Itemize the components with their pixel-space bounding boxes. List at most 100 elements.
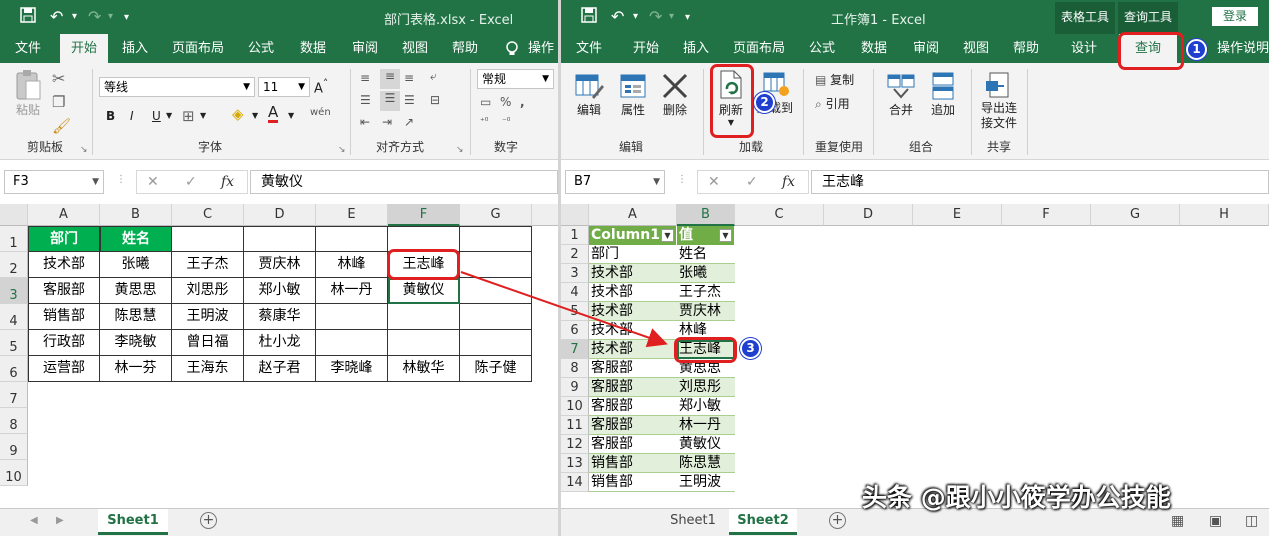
number-format-combo[interactable]: 常规 ▼	[477, 69, 554, 89]
formula-input[interactable]: 黄敏仪	[250, 170, 558, 194]
font-color-icon[interactable]: A	[268, 105, 279, 123]
undo-dropdown-icon[interactable]: ▾	[72, 11, 77, 22]
page-layout-view-icon[interactable]: ▣	[1209, 513, 1222, 529]
font-name-combo[interactable]: 等线 ▼	[99, 77, 255, 97]
grid-cell[interactable]	[460, 226, 532, 252]
properties-button[interactable]: 属性	[613, 71, 653, 118]
percent-icon[interactable]: %	[500, 95, 511, 109]
row-header[interactable]: 12	[561, 435, 589, 454]
grid-cell[interactable]	[244, 226, 316, 252]
export-connection-button[interactable]: 导出连 接文件	[977, 71, 1021, 131]
grid-cell[interactable]: 刘思彤	[172, 278, 244, 304]
grid-cell[interactable]: 李晓敏	[100, 330, 172, 356]
align-bottom-icon[interactable]: ≡	[404, 71, 414, 85]
table-cell[interactable]: 技术部	[589, 321, 677, 340]
grid-cell[interactable]: 郑小敏	[244, 278, 316, 304]
add-sheet-icon[interactable]: +	[200, 512, 217, 529]
table-cell[interactable]: 王子杰	[677, 283, 735, 302]
grid-cell[interactable]	[316, 330, 388, 356]
grid-cell[interactable]: 贾庆林	[244, 252, 316, 278]
chevron-down-icon[interactable]: ▼	[166, 111, 172, 120]
grid-cell[interactable]: 陈子健	[460, 356, 532, 382]
add-sheet-icon[interactable]: +	[829, 512, 846, 529]
grid-cell[interactable]: 张曦	[100, 252, 172, 278]
grid-cell[interactable]: 林一丹	[316, 278, 388, 304]
tab-tell-me[interactable]: 操作说明	[1217, 34, 1269, 63]
grid-cell[interactable]: 黄思思	[100, 278, 172, 304]
edit-query-button[interactable]: 编辑	[569, 71, 609, 118]
row-header[interactable]: 5	[0, 330, 28, 356]
table-header-cell[interactable]: Column1 ▼	[589, 226, 677, 245]
table-cell[interactable]: 郑小敏	[677, 397, 735, 416]
row-header[interactable]: 11	[561, 416, 589, 435]
alignment-launcher-icon[interactable]: ↘	[456, 145, 464, 155]
copy-icon[interactable]: ❐	[52, 93, 65, 111]
column-header[interactable]: A	[28, 204, 100, 226]
formula-input[interactable]: 王志峰	[811, 170, 1269, 194]
grid-cell[interactable]	[460, 304, 532, 330]
duplicate-button[interactable]: ▤ 复制	[815, 71, 854, 88]
tab-data[interactable]: 数据	[292, 34, 334, 63]
italic-button[interactable]: I	[130, 109, 134, 123]
column-header[interactable]: F	[1002, 204, 1091, 226]
grid-cell[interactable]: 曾日福	[172, 330, 244, 356]
accounting-format-icon[interactable]: ▭	[480, 95, 491, 109]
grid-cell[interactable]: 销售部	[28, 304, 100, 330]
align-top-icon[interactable]: ≡	[360, 71, 370, 85]
row-header[interactable]: 9	[561, 378, 589, 397]
table-cell[interactable]: 客服部	[589, 435, 677, 454]
table-header-cell[interactable]: 值 ▼	[677, 226, 735, 245]
row-header[interactable]: 13	[561, 454, 589, 473]
wrap-text-icon[interactable]: ⤶	[430, 69, 437, 84]
row-header[interactable]: 1	[0, 226, 28, 252]
tab-page-layout[interactable]: 页面布局	[166, 34, 230, 63]
row-header[interactable]: 8	[0, 408, 28, 434]
clipboard-launcher-icon[interactable]: ↘	[80, 145, 88, 155]
grid-cell[interactable]: 蔡康华	[244, 304, 316, 330]
row-header[interactable]: 1	[561, 226, 589, 245]
column-header[interactable]: B	[100, 204, 172, 226]
row-header[interactable]: 4	[0, 304, 28, 330]
table-cell[interactable]: 王明波	[677, 473, 735, 492]
phonetic-guide-icon[interactable]: wén	[310, 107, 331, 118]
column-header[interactable]: G	[1091, 204, 1180, 226]
decrease-decimal-icon[interactable]: ⁻⁰	[502, 117, 510, 127]
table-cell[interactable]: 林一丹	[677, 416, 735, 435]
row-header[interactable]: 3	[561, 264, 589, 283]
tab-help[interactable]: 帮助	[1005, 34, 1047, 63]
table-cell[interactable]: 客服部	[589, 359, 677, 378]
grid-cell[interactable]: 部门	[28, 226, 100, 252]
tab-page-layout[interactable]: 页面布局	[727, 34, 791, 63]
align-left-icon[interactable]: ☰	[360, 93, 371, 107]
sheet-tab-sheet1[interactable]: Sheet1	[98, 509, 168, 535]
column-header[interactable]: D	[824, 204, 913, 226]
grid-cell[interactable]: 姓名	[100, 226, 172, 252]
column-header[interactable]: F	[388, 204, 460, 226]
tab-view[interactable]: 视图	[955, 34, 997, 63]
worksheet-grid[interactable]: A B C D E F G 1 2 3 4 5 6 7 8 9 10 部门 姓名 技术部 张曦 王子杰 贾庆林 林峰 王志峰 客服…	[0, 204, 558, 536]
column-header[interactable]: H	[1180, 204, 1269, 226]
align-center-icon[interactable]: ☰	[380, 91, 400, 111]
save-icon[interactable]	[20, 7, 36, 27]
border-icon[interactable]: ⊞	[182, 107, 195, 125]
row-header[interactable]: 6	[0, 356, 28, 382]
row-header[interactable]: 7	[561, 340, 589, 359]
grid-cell[interactable]: 技术部	[28, 252, 100, 278]
grid-cell[interactable]	[172, 226, 244, 252]
sheet-tab-sheet2[interactable]: Sheet2	[729, 509, 797, 535]
select-all-corner[interactable]	[561, 204, 589, 226]
table-cell[interactable]: 客服部	[589, 397, 677, 416]
grid-cell[interactable]	[316, 226, 388, 252]
enter-icon[interactable]: ✓	[185, 171, 197, 193]
table-cell[interactable]: 客服部	[589, 416, 677, 435]
row-header[interactable]: 4	[561, 283, 589, 302]
grid-cell[interactable]: 林敏华	[388, 356, 460, 382]
row-header[interactable]: 3	[0, 278, 28, 304]
grid-cell[interactable]: 林峰	[316, 252, 388, 278]
scroll-right-icon[interactable]: ▶	[56, 515, 64, 526]
tab-insert[interactable]: 插入	[114, 34, 156, 63]
login-button[interactable]: 登录	[1212, 7, 1258, 26]
column-header[interactable]: B	[677, 204, 735, 226]
grid-cell[interactable]	[316, 304, 388, 330]
format-painter-icon[interactable]: 🖌	[52, 117, 71, 135]
